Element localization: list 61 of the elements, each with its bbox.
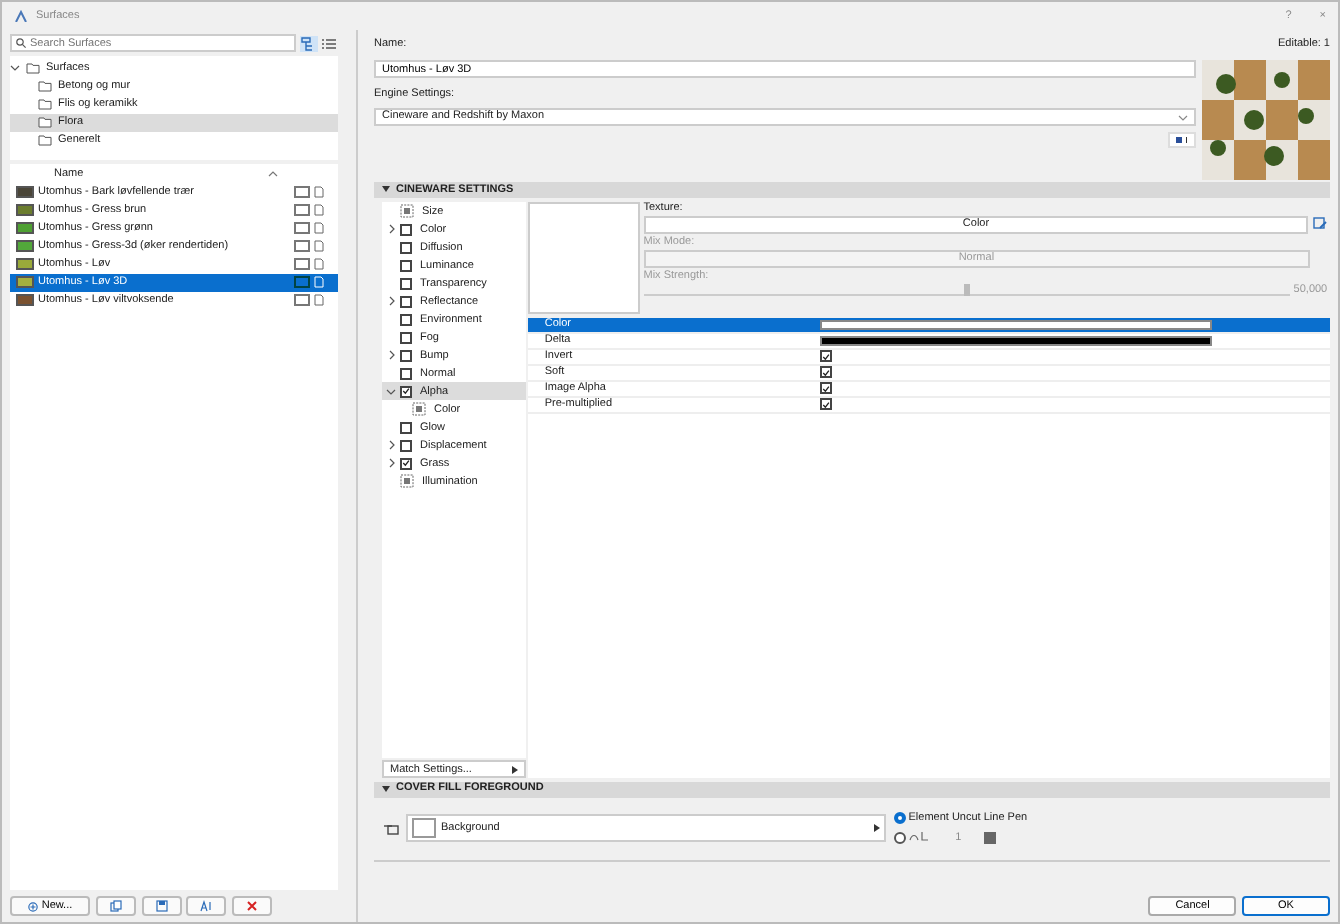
checkbox[interactable] (294, 294, 310, 307)
chevron-icon[interactable] (10, 62, 20, 76)
duplicate-button[interactable] (95, 896, 136, 916)
list-view-icon[interactable] (320, 35, 338, 51)
triangle-right-icon (512, 765, 518, 774)
channel-icon (412, 402, 426, 418)
checkbox[interactable] (294, 276, 310, 289)
sort-icon (268, 168, 278, 182)
chevron-icon[interactable] (386, 387, 396, 396)
save-button[interactable] (141, 896, 181, 916)
checkbox[interactable] (294, 240, 310, 253)
checkbox[interactable] (400, 223, 412, 236)
rename-button[interactable] (186, 896, 227, 916)
channel-icon (400, 474, 414, 490)
radio-button[interactable] (893, 812, 906, 825)
plus-icon (27, 901, 38, 911)
search-icon (16, 38, 26, 48)
delete-button[interactable] (232, 896, 272, 916)
chevron-icon[interactable] (386, 350, 396, 361)
checkbox[interactable] (294, 204, 310, 217)
chevron-icon[interactable] (386, 440, 396, 451)
material-preview-image (1202, 60, 1330, 180)
radio-button[interactable] (893, 831, 906, 844)
checkbox[interactable] (294, 222, 310, 235)
chevron-icon[interactable] (386, 296, 396, 307)
info-icon[interactable] (1168, 131, 1197, 148)
chevron-down-icon (1178, 113, 1189, 121)
color-field[interactable] (820, 335, 1213, 346)
pen-swatch (984, 831, 997, 844)
checkbox[interactable] (820, 398, 833, 411)
checkbox[interactable] (400, 349, 412, 362)
save-icon (155, 900, 167, 912)
checkbox[interactable] (400, 313, 412, 326)
fill-pen-icon (382, 821, 400, 836)
checkbox[interactable] (820, 350, 833, 363)
checkbox[interactable] (400, 277, 412, 290)
checkbox[interactable] (400, 367, 412, 380)
checkbox[interactable] (400, 241, 412, 254)
checkbox[interactable] (400, 457, 412, 470)
delete-icon (246, 900, 258, 912)
checkbox[interactable] (400, 259, 412, 272)
checkbox[interactable] (294, 258, 310, 271)
checkbox[interactable] (820, 366, 833, 379)
checkbox[interactable] (400, 295, 412, 308)
triangle-right-icon (873, 824, 880, 833)
checkbox[interactable] (400, 331, 412, 344)
checkbox[interactable] (400, 385, 412, 398)
checkbox[interactable] (400, 439, 412, 452)
copy-icon (109, 900, 122, 912)
chevron-icon[interactable] (386, 458, 396, 469)
pen-icon (908, 830, 933, 845)
texture-picker-icon[interactable] (1311, 216, 1328, 233)
chevron-icon[interactable] (386, 224, 396, 235)
tree-view-icon[interactable] (299, 35, 318, 51)
slider-thumb[interactable] (964, 284, 971, 297)
checkbox[interactable] (294, 186, 310, 199)
rename-icon (199, 900, 214, 912)
checkbox[interactable] (820, 382, 833, 395)
app-icon (14, 10, 28, 22)
checkbox[interactable] (400, 421, 412, 434)
color-field[interactable] (820, 319, 1213, 330)
